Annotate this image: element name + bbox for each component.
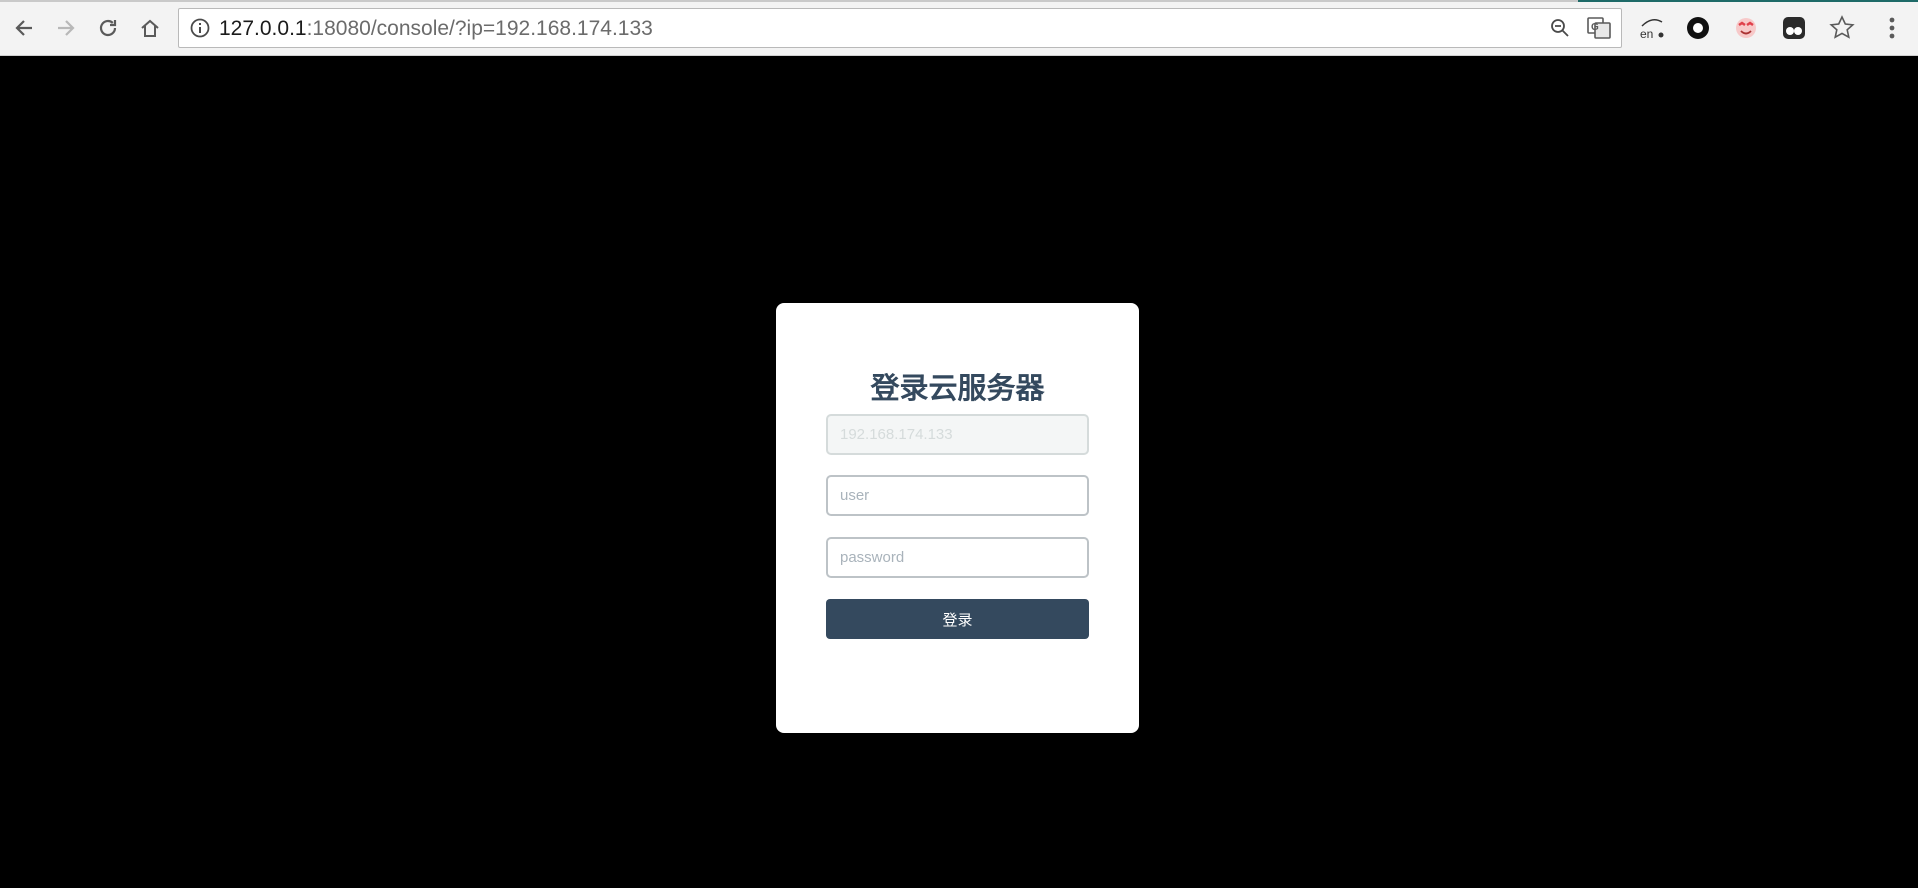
emoji-extension-icon[interactable]: [1730, 12, 1762, 44]
address-bar[interactable]: 127.0.0.1:18080/console/?ip=192.168.174.…: [178, 8, 1622, 48]
address-url[interactable]: 127.0.0.1:18080/console/?ip=192.168.174.…: [219, 17, 653, 41]
menu-kebab-icon[interactable]: [1876, 12, 1908, 44]
browser-toolbar: 127.0.0.1:18080/console/?ip=192.168.174.…: [0, 0, 1918, 56]
bookmark-star-icon[interactable]: [1826, 12, 1858, 44]
password-input[interactable]: [826, 537, 1089, 578]
forward-arrow-icon[interactable]: [50, 12, 82, 44]
zoom-out-icon[interactable]: [1549, 17, 1571, 44]
login-card: 登录云服务器 登录: [776, 303, 1139, 733]
url-host: 127.0.0.1: [219, 17, 307, 40]
active-tab-accent: [1578, 0, 1918, 2]
translate-icon[interactable]: G: [1587, 17, 1611, 44]
home-icon[interactable]: [134, 12, 166, 44]
url-path: :18080/console/?ip=192.168.174.133: [306, 17, 653, 40]
login-button[interactable]: 登录: [826, 599, 1089, 639]
svg-text:G: G: [1591, 22, 1599, 33]
back-arrow-icon[interactable]: [8, 12, 40, 44]
reload-icon[interactable]: [92, 12, 124, 44]
tab-strip-edge: [0, 0, 1918, 2]
extension-label: en: [1640, 27, 1653, 41]
dictionary-extension-icon[interactable]: en: [1636, 12, 1668, 44]
tampermonkey-icon[interactable]: [1778, 12, 1810, 44]
info-icon[interactable]: [189, 17, 211, 39]
user-input[interactable]: [826, 475, 1089, 516]
login-title: 登录云服务器: [870, 371, 1045, 405]
record-extension-icon[interactable]: [1682, 12, 1714, 44]
ip-input: [826, 414, 1089, 455]
